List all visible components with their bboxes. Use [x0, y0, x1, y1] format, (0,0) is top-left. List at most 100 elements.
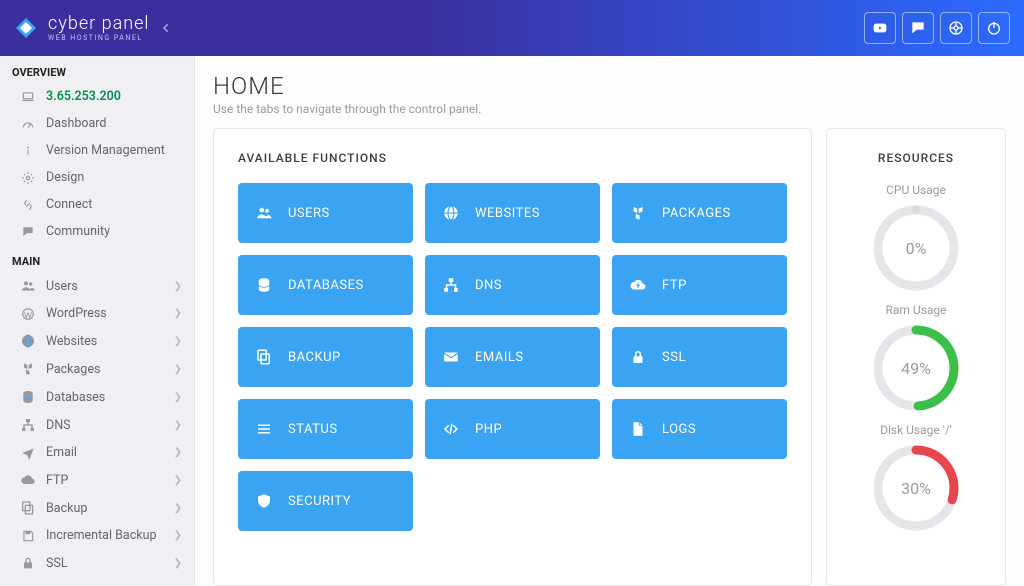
- sidebar-item-community[interactable]: Community: [0, 218, 194, 245]
- sidebar-item-dns[interactable]: DNS❯: [0, 411, 194, 439]
- sidebar-item-label: Packages: [46, 362, 164, 377]
- youtube-button[interactable]: [864, 12, 896, 44]
- help-button[interactable]: [940, 12, 972, 44]
- file-icon: [628, 420, 648, 438]
- sidebar-section-main: MAIN: [0, 245, 194, 272]
- users-icon: [20, 278, 36, 294]
- sidebar-item-label: SSL: [46, 556, 164, 571]
- save-icon: [20, 529, 36, 543]
- plane-icon: [20, 446, 36, 460]
- wordpress-icon: [20, 307, 36, 321]
- sidebar-collapse-toggle[interactable]: [149, 0, 183, 56]
- chevron-right-icon: ❯: [174, 281, 182, 292]
- copy-icon: [254, 348, 274, 366]
- sitemap-icon: [20, 417, 36, 433]
- copy-icon: [20, 500, 36, 516]
- chat-button[interactable]: [902, 12, 934, 44]
- sidebar-item-users[interactable]: Users❯: [0, 272, 194, 300]
- sitemap-icon: [441, 276, 461, 294]
- tile-logs[interactable]: LOGS: [612, 399, 787, 459]
- envelope-icon: [441, 348, 461, 366]
- sidebar-item-version[interactable]: Version Management: [0, 137, 194, 164]
- sidebar-item-ftp[interactable]: FTP❯: [0, 466, 194, 494]
- sidebar-item-dashboard[interactable]: Dashboard: [0, 110, 194, 137]
- chevron-right-icon: ❯: [174, 447, 182, 458]
- topbar: cyber panel WEB HOSTING PANEL: [0, 0, 1024, 56]
- brand-name: cyber panel: [48, 15, 149, 33]
- sidebar-item-databases[interactable]: Databases ❯: [0, 383, 194, 411]
- cloud-icon: [20, 472, 36, 488]
- sidebar-item-packages[interactable]: Packages❯: [0, 355, 194, 383]
- resource-label-disk: Disk Usage '/': [851, 423, 981, 437]
- globe-icon: [20, 333, 36, 349]
- sidebar-item-label: Incremental Backup: [46, 528, 164, 543]
- tile-label: WEBSITES: [475, 206, 540, 221]
- resource-ring-ram: 49%: [871, 323, 961, 413]
- tile-status[interactable]: STATUS: [238, 399, 413, 459]
- tile-users[interactable]: USERS: [238, 183, 413, 243]
- sidebar-item-ip[interactable]: 3.65.253.200: [0, 83, 194, 110]
- chevron-right-icon: ❯: [174, 392, 182, 403]
- main-content: HOME Use the tabs to navigate through th…: [195, 56, 1024, 586]
- tile-ftp[interactable]: FTP: [612, 255, 787, 315]
- cubes-icon: [628, 204, 648, 222]
- tile-php[interactable]: PHP: [425, 399, 600, 459]
- chevron-right-icon: ❯: [174, 530, 182, 541]
- resource-value-cpu: 0%: [871, 203, 961, 293]
- globe-icon: [441, 204, 461, 222]
- page-title: HOME: [213, 72, 1006, 100]
- sidebar-item-label: Connect: [46, 197, 182, 212]
- bars-icon: [254, 420, 274, 438]
- resource-value-disk: 30%: [871, 443, 961, 533]
- tile-label: BACKUP: [288, 350, 341, 365]
- tile-databases[interactable]: DATABASES: [238, 255, 413, 315]
- sidebar-item-websites[interactable]: Websites❯: [0, 327, 194, 355]
- chevron-right-icon: ❯: [174, 475, 182, 486]
- tile-label: DNS: [475, 278, 502, 293]
- info-icon: [20, 144, 36, 158]
- tile-label: EMAILS: [475, 350, 524, 365]
- sidebar-section-server: SERVER: [0, 577, 194, 586]
- tile-dns[interactable]: DNS: [425, 255, 600, 315]
- link-icon: [20, 198, 36, 212]
- cubes-icon: [20, 361, 36, 377]
- chevron-right-icon: ❯: [174, 503, 182, 514]
- sidebar-item-backup[interactable]: Backup ❯: [0, 494, 194, 522]
- sidebar-item-ssl[interactable]: SSL❯: [0, 549, 194, 577]
- tile-emails[interactable]: EMAILS: [425, 327, 600, 387]
- power-button[interactable]: [978, 12, 1010, 44]
- tile-label: SECURITY: [288, 494, 351, 509]
- tile-packages[interactable]: PACKAGES: [612, 183, 787, 243]
- resource-label-ram: Ram Usage: [851, 303, 981, 317]
- page-subtitle: Use the tabs to navigate through the con…: [213, 102, 1006, 116]
- sidebar-item-label: Community: [46, 224, 182, 239]
- sidebar-item-incbackup[interactable]: Incremental Backup ❯: [0, 522, 194, 549]
- sidebar-item-label: Dashboard: [46, 116, 182, 131]
- brand[interactable]: cyber panel WEB HOSTING PANEL: [0, 15, 149, 42]
- resource-label-cpu: CPU Usage: [851, 183, 981, 197]
- tile-websites[interactable]: WEBSITES: [425, 183, 600, 243]
- tile-ssl[interactable]: SSL: [612, 327, 787, 387]
- sidebar-item-label: Email: [46, 445, 164, 460]
- gauge-icon: [20, 117, 36, 131]
- sidebar-item-design[interactable]: Design: [0, 164, 194, 191]
- sidebar-item-email[interactable]: Email ❯: [0, 439, 194, 466]
- sidebar-item-label: Databases: [46, 390, 164, 405]
- chevron-right-icon: ❯: [174, 420, 182, 431]
- database-icon: [254, 276, 274, 294]
- laptop-icon: [20, 90, 36, 104]
- tile-label: USERS: [288, 206, 330, 221]
- cloudup-icon: [628, 276, 648, 294]
- database-icon: [20, 389, 36, 405]
- gear-icon: [20, 171, 36, 185]
- sidebar-item-wordpress[interactable]: WordPress❯: [0, 300, 194, 327]
- tile-security[interactable]: SECURITY: [238, 471, 413, 531]
- sidebar-item-label: Backup: [46, 501, 164, 516]
- tile-label: FTP: [662, 278, 687, 293]
- sidebar: OVERVIEW 3.65.253.200 Dashboard Version Ma…: [0, 56, 195, 586]
- tile-backup[interactable]: BACKUP: [238, 327, 413, 387]
- sidebar-item-connect[interactable]: Connect: [0, 191, 194, 218]
- resource-ring-cpu: 0%: [871, 203, 961, 293]
- sidebar-section-overview: OVERVIEW: [0, 56, 194, 83]
- resource-ring-disk: 30%: [871, 443, 961, 533]
